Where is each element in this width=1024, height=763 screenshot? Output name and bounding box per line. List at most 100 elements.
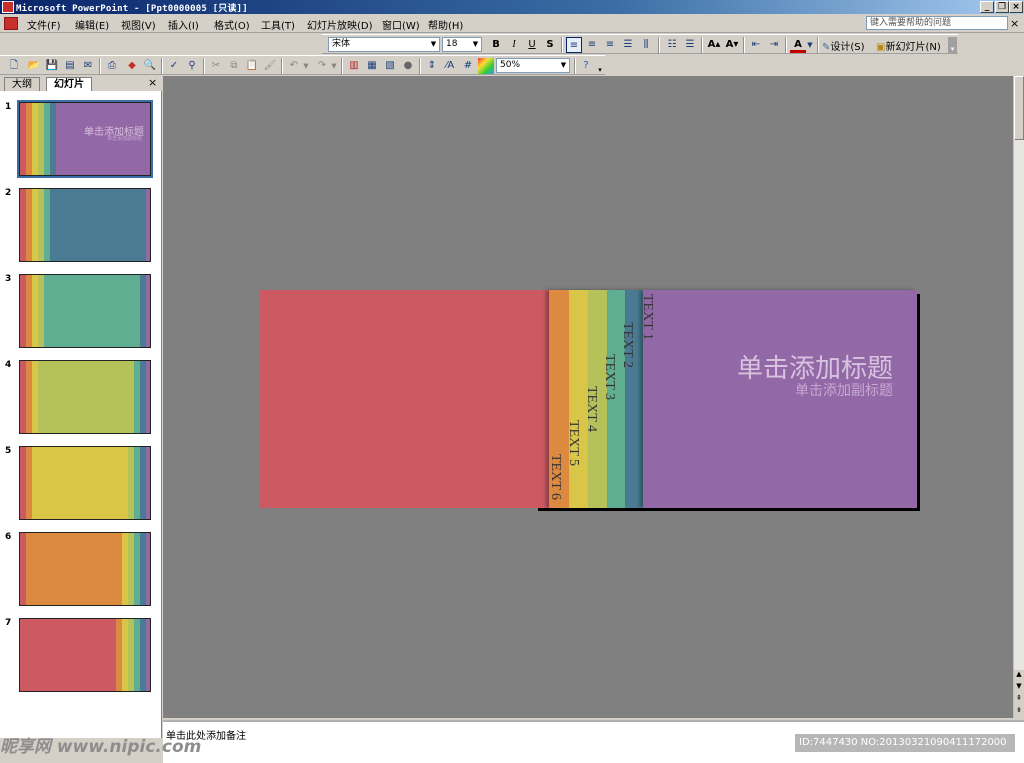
menu-view[interactable]: 视图(V) <box>121 17 156 32</box>
expand-all-icon[interactable]: ⇕ <box>424 58 440 74</box>
research-icon[interactable]: ⚲ <box>184 58 200 74</box>
scroll-up-icon[interactable]: ▲ <box>1014 670 1024 682</box>
slide-thumbnail[interactable] <box>19 188 151 262</box>
strip-label[interactable]: TEXT 6 <box>547 454 563 500</box>
font-size-value: 18 <box>446 39 458 49</box>
minimize-button[interactable]: _ <box>980 1 994 13</box>
distribute-icon[interactable]: ⫼ <box>638 37 654 53</box>
redo-icon[interactable]: ↷ <box>314 58 330 74</box>
increase-indent-icon[interactable]: ⇥ <box>766 37 782 53</box>
font-size-select[interactable]: 18 ▼ <box>442 37 482 52</box>
justify-icon[interactable]: ☰ <box>620 37 636 53</box>
format-painter-icon[interactable]: 🖌 <box>262 58 278 74</box>
font-color-icon[interactable]: A <box>790 37 806 53</box>
strip-label[interactable]: TEXT 1 <box>639 294 655 340</box>
insert-hyperlink-icon[interactable]: ● <box>400 58 416 74</box>
thumbnail-strip <box>146 619 150 691</box>
pdf-icon[interactable]: ◆ <box>124 58 140 74</box>
print-icon[interactable]: ⎙ <box>104 58 120 74</box>
new-document-icon[interactable]: 🗋 <box>6 58 22 74</box>
scroll-thumb[interactable] <box>1014 76 1024 140</box>
document-icon[interactable] <box>4 17 18 30</box>
slide-thumbnail[interactable]: 单击添加标题 单击添加副标题 <box>17 100 153 178</box>
open-folder-icon[interactable]: 📂 <box>26 58 42 74</box>
slide-thumbnail[interactable] <box>19 618 151 692</box>
menu-help[interactable]: 帮助(H) <box>428 17 463 32</box>
chevron-down-icon[interactable]: ▼ <box>302 58 310 74</box>
show-formatting-icon[interactable]: ⁄A <box>442 58 458 74</box>
previous-slide-icon[interactable]: ⇞ <box>1014 694 1024 706</box>
menu-file[interactable]: 文件(F) <box>27 17 61 32</box>
align-center-icon[interactable]: ≡ <box>584 37 600 53</box>
cut-icon[interactable]: ✂ <box>208 58 224 74</box>
strip-label[interactable]: TEXT 3 <box>601 354 617 400</box>
menu-window[interactable]: 窗口(W) <box>382 17 420 32</box>
italic-button[interactable]: I <box>506 37 522 53</box>
close-document-icon[interactable]: × <box>1010 17 1019 30</box>
decrease-indent-icon[interactable]: ⇤ <box>748 37 764 53</box>
restore-button[interactable]: ❐ <box>995 1 1009 13</box>
bullets-icon[interactable]: ☰ <box>682 37 698 53</box>
print-preview-icon[interactable]: 🔍 <box>142 58 158 74</box>
menu-insert[interactable]: 插入(I) <box>168 17 199 32</box>
slide-subtitle-placeholder[interactable]: 单击添加副标题 <box>795 380 893 400</box>
email-icon[interactable]: ✉ <box>80 58 96 74</box>
slide-thumbnail[interactable] <box>19 360 151 434</box>
toolbar-options-icon[interactable]: ▾ <box>596 58 604 74</box>
next-slide-icon[interactable]: ⇟ <box>1014 706 1024 718</box>
help-search-input[interactable]: 键入需要帮助的问题 <box>866 16 1008 30</box>
shadow-button[interactable]: S <box>542 37 558 53</box>
align-right-icon[interactable]: ≡ <box>602 37 618 53</box>
color-grayscale-icon[interactable] <box>478 58 494 74</box>
close-window-button[interactable]: × <box>1009 1 1023 13</box>
tables-borders-icon[interactable]: ▧ <box>382 58 398 74</box>
align-left-icon[interactable]: ≡ <box>566 37 582 53</box>
strip-label[interactable]: TEXT 5 <box>565 420 581 466</box>
slide-thumbnail[interactable] <box>19 274 151 348</box>
paste-icon[interactable]: 📋 <box>244 58 260 74</box>
scroll-down-icon[interactable]: ▼ <box>1014 682 1024 694</box>
insert-table-icon[interactable]: ▦ <box>364 58 380 74</box>
font-name-select[interactable]: 宋体 ▼ <box>328 37 440 52</box>
slide-thumbnail[interactable] <box>19 532 151 606</box>
menu-edit[interactable]: 编辑(E) <box>75 17 109 32</box>
tab-slides[interactable]: 幻灯片 <box>46 77 92 91</box>
powerpoint-app-icon[interactable] <box>2 1 14 13</box>
panel-close-icon[interactable]: × <box>148 76 157 89</box>
copy-icon[interactable]: ⧉ <box>226 58 242 74</box>
strip-label[interactable]: TEXT 4 <box>583 386 599 432</box>
increase-font-icon[interactable]: A▴ <box>706 37 722 53</box>
tab-outline[interactable]: 大纲 <box>4 77 40 91</box>
thumbnail-strip <box>26 533 122 605</box>
design-button[interactable]: ✎设计(S) <box>822 38 865 53</box>
slide-thumbnail[interactable] <box>19 446 151 520</box>
help-icon[interactable]: ? <box>578 58 594 74</box>
vertical-scrollbar[interactable]: ▲ ▼ ⇞ ⇟ <box>1013 76 1024 718</box>
menu-slideshow[interactable]: 幻灯片放映(D) <box>307 17 373 32</box>
menu-tools[interactable]: 工具(T) <box>261 17 295 32</box>
underline-button[interactable]: U <box>524 37 540 53</box>
toolbar-separator <box>419 58 421 74</box>
toolbar-options-icon[interactable]: ▾ <box>948 37 957 53</box>
numbering-icon[interactable]: ☷ <box>664 37 680 53</box>
toolbar-separator <box>743 37 745 53</box>
permission-icon[interactable]: ▤ <box>62 58 78 74</box>
undo-icon[interactable]: ↶ <box>286 58 302 74</box>
menu-format[interactable]: 格式(O) <box>214 17 250 32</box>
title-bar: Microsoft PowerPoint - [Ppt0000005 [只读]]… <box>0 0 1024 14</box>
bold-button[interactable]: B <box>488 37 504 53</box>
design-label: 设计(S) <box>830 42 865 53</box>
save-icon[interactable]: 💾 <box>44 58 60 74</box>
show-grid-icon[interactable]: # <box>460 58 476 74</box>
chevron-down-icon[interactable]: ▼ <box>330 58 338 74</box>
main-slide[interactable]: 单击添加标题 单击添加副标题 TEXT 1 TEXT 2 TEXT 3 TEXT 4T… <box>533 290 917 508</box>
new-slide-button[interactable]: ▣新幻灯片(N) <box>876 38 941 53</box>
chevron-down-icon[interactable]: ▼ <box>806 37 814 53</box>
thumbnail-subtitle: 单击添加副标题 <box>106 136 142 142</box>
spelling-icon[interactable]: ✓ <box>166 58 182 74</box>
insert-chart-icon[interactable]: ▥ <box>346 58 362 74</box>
strip-label[interactable]: TEXT 2 <box>619 322 635 368</box>
formatting-toolbar: 宋体 ▼ 18 ▼ B I U S ≡ ≡ ≡ ☰ ⫼ ☷ ☰ A▴ A▾ ⇤ … <box>322 34 958 54</box>
zoom-select[interactable]: 50% ▼ <box>496 58 570 73</box>
decrease-font-icon[interactable]: A▾ <box>724 37 740 53</box>
